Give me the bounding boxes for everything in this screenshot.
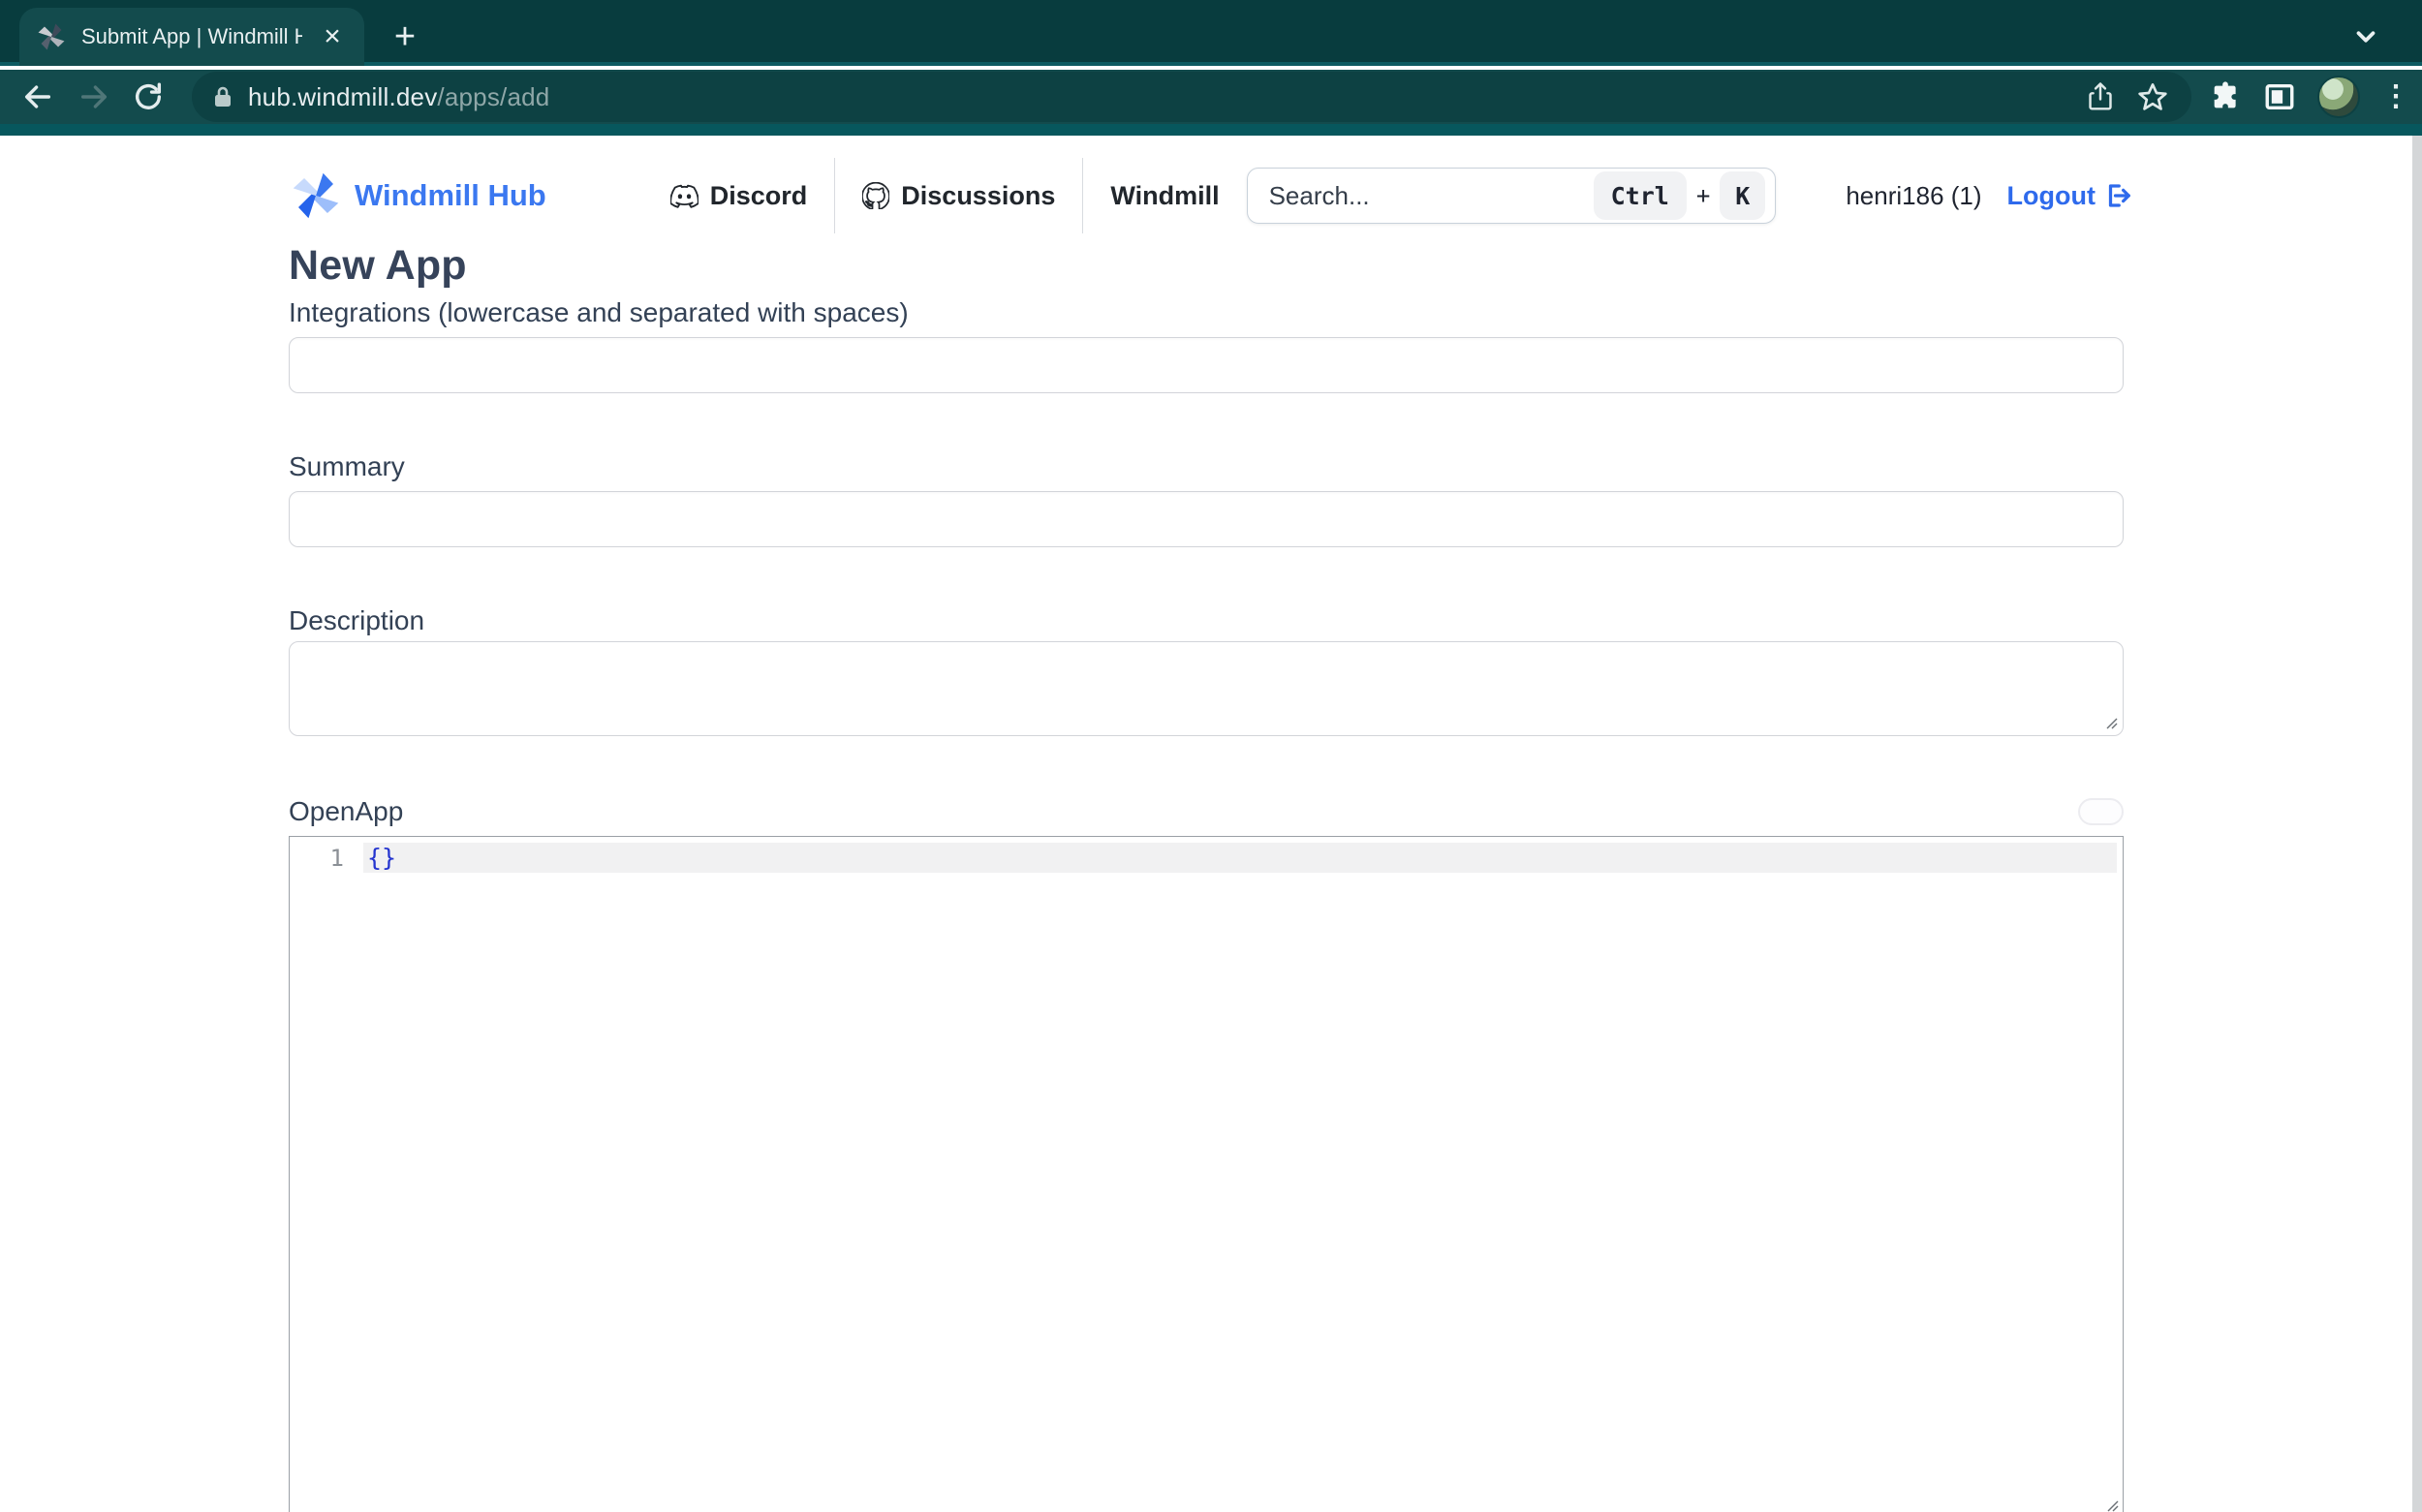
search-input[interactable] [1269, 181, 1594, 211]
toolbar-divider [0, 124, 2422, 136]
editor-resize-handle-icon[interactable] [2104, 1497, 2120, 1512]
openapp-toggle[interactable] [2078, 798, 2124, 825]
kbd-plus: + [1696, 182, 1710, 209]
nav-link-windmill[interactable]: Windmill [1083, 164, 1246, 229]
summary-label: Summary [289, 451, 2124, 482]
user-area: henri186 (1) Logout [1846, 181, 2132, 211]
address-bar[interactable]: hub.windmill.dev/apps/add [192, 72, 2191, 122]
page-title: New App [289, 242, 2124, 290]
editor-line-number: 1 [290, 844, 344, 873]
extensions-puzzle-icon[interactable] [2209, 80, 2242, 113]
brand-link[interactable]: Windmill Hub [289, 169, 546, 223]
discord-icon [670, 184, 699, 208]
tab-title: Submit App | Windmill Hub [81, 24, 302, 49]
nav-label: Windmill [1110, 181, 1219, 211]
bookmark-star-icon[interactable] [2133, 77, 2172, 116]
site-header: Windmill Hub Discord Discussions [289, 136, 2124, 240]
back-icon[interactable] [19, 78, 56, 115]
share-icon[interactable] [2081, 77, 2120, 116]
nav-link-discussions[interactable]: Discussions [835, 164, 1082, 229]
windmill-logo-icon [289, 169, 343, 223]
description-label: Description [289, 605, 2124, 636]
logout-icon [2103, 181, 2132, 210]
integrations-label: Integrations (lowercase and separated wi… [289, 297, 2124, 328]
url-text: hub.windmill.dev/apps/add [248, 82, 549, 112]
editor-gutter [290, 837, 363, 1512]
github-discussions-icon [862, 182, 889, 209]
username: henri186 (1) [1846, 181, 1981, 211]
code-editor[interactable]: 1 {} [289, 836, 2124, 1512]
browser-menu-icon[interactable]: ⋮ [2381, 82, 2410, 111]
browser-tab-strip: Submit App | Windmill Hub × + [0, 0, 2422, 66]
lock-icon [211, 84, 234, 109]
summary-input[interactable] [289, 491, 2124, 547]
resize-handle-icon[interactable] [2103, 715, 2119, 730]
side-panel-icon[interactable] [2263, 80, 2296, 113]
forward-icon[interactable] [76, 78, 112, 115]
url-host: hub.windmill.dev [248, 82, 437, 111]
browser-toolbar: hub.windmill.dev/apps/add ⋮ [0, 70, 2422, 124]
nav-label: Discord [710, 181, 808, 211]
integrations-input[interactable] [289, 337, 2124, 393]
nav-label: Discussions [901, 181, 1055, 211]
kbd-ctrl: Ctrl [1594, 171, 1687, 220]
editor-current-line [363, 843, 2117, 873]
new-tab-button[interactable]: + [384, 15, 426, 58]
page-scrollbar[interactable] [2412, 136, 2422, 1512]
main-nav: Discord Discussions Windmill [643, 158, 1247, 233]
tab-search-chevron-icon[interactable] [2348, 19, 2383, 54]
reload-icon[interactable] [130, 78, 167, 115]
editor-code-line[interactable]: {} [367, 844, 396, 873]
brand-name: Windmill Hub [355, 178, 546, 213]
browser-tab[interactable]: Submit App | Windmill Hub × [19, 8, 364, 66]
nav-link-discord[interactable]: Discord [643, 164, 835, 229]
profile-avatar[interactable] [2317, 76, 2360, 118]
kbd-k: K [1720, 171, 1765, 220]
description-textarea[interactable] [289, 641, 2124, 736]
windmill-favicon [35, 20, 68, 53]
logout-label: Logout [2007, 181, 2096, 211]
url-path: /apps/add [437, 82, 549, 111]
tab-close-icon[interactable]: × [316, 20, 349, 53]
page-body: Windmill Hub Discord Discussions [0, 136, 2412, 1512]
search-box[interactable]: Ctrl + K [1247, 168, 1777, 224]
openapp-label: OpenApp [289, 796, 403, 827]
logout-link[interactable]: Logout [2007, 181, 2132, 211]
